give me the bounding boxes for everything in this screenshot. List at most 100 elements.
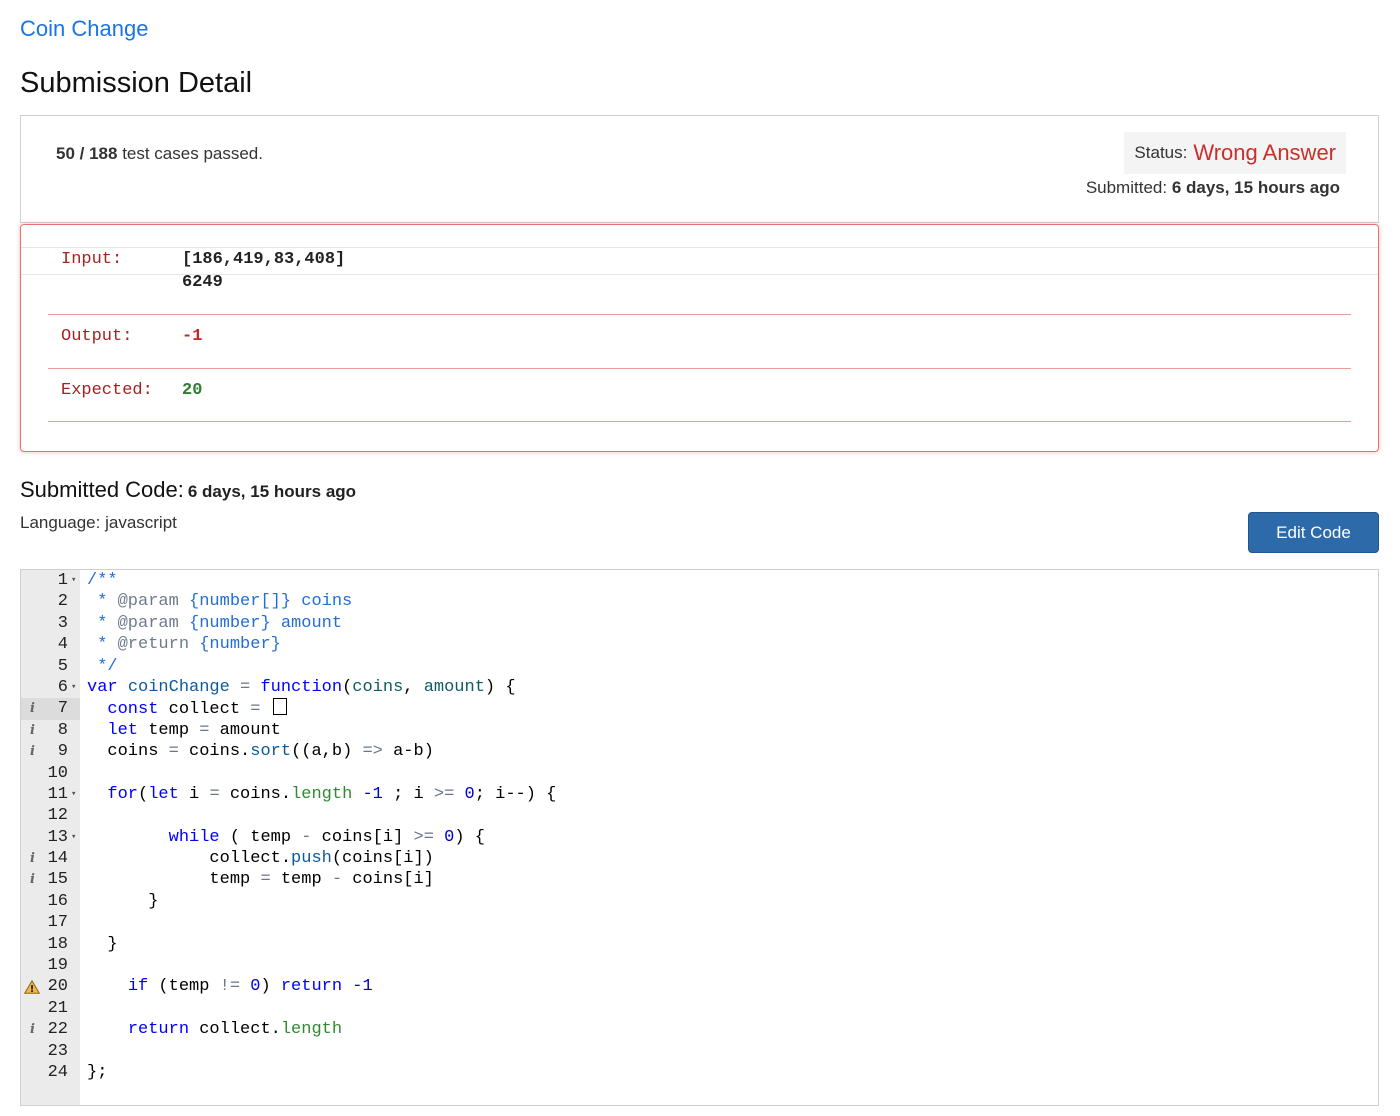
line-number: 10 bbox=[47, 763, 68, 783]
code-line[interactable]: 13 ▾ while ( temp - coins[i] >= 0) { bbox=[21, 827, 1378, 848]
expected-label: Expected: bbox=[61, 381, 153, 400]
line-number: 8 bbox=[57, 720, 68, 740]
code-line[interactable]: 4 * @return {number} bbox=[21, 634, 1378, 655]
passed-count: 50 / 188 bbox=[56, 144, 118, 163]
submitted-code-time: 6 days, 15 hours ago bbox=[187, 482, 357, 501]
code-line[interactable]: 8 i let temp = amount bbox=[21, 720, 1378, 741]
line-number: 16 bbox=[47, 891, 68, 911]
status-value: Wrong Answer bbox=[1193, 140, 1336, 165]
line-code: return collect.length bbox=[127, 1020, 343, 1040]
code-line[interactable]: 18 } bbox=[21, 934, 1378, 955]
line-number: 4 bbox=[57, 635, 68, 655]
line-number: 21 bbox=[47, 998, 68, 1018]
editor-lines: 1 ▾/** 2 * @param {number[]} coins 3 * @par… bbox=[21, 570, 1378, 1083]
line-code: * @param {number} amount bbox=[87, 613, 343, 633]
svg-text:!: ! bbox=[30, 984, 35, 994]
passed-suffix: test cases passed. bbox=[122, 144, 263, 163]
fold-toggle-icon[interactable]: ▾ bbox=[71, 570, 76, 591]
code-line[interactable]: 11 ▾ for(let i = coins.length -1 ; i >= 0… bbox=[21, 784, 1378, 805]
code-line[interactable]: 22 i return collect.length bbox=[21, 1019, 1378, 1040]
input-label: Input: bbox=[61, 250, 123, 269]
status-label: Status: bbox=[1134, 143, 1188, 162]
line-number: 23 bbox=[47, 1041, 68, 1061]
line-code: collect.push(coins[i]) bbox=[87, 849, 434, 869]
divider bbox=[21, 247, 1378, 248]
line-code: temp = temp - coins[i] bbox=[87, 870, 434, 890]
code-line[interactable]: 3 * @param {number} amount bbox=[21, 613, 1378, 634]
line-number: 18 bbox=[47, 934, 68, 954]
divider bbox=[48, 368, 1351, 369]
line-number: 7 bbox=[57, 699, 68, 719]
divider bbox=[48, 314, 1351, 315]
bracket-match-cursor bbox=[272, 698, 287, 716]
info-annotation-icon[interactable]: i bbox=[30, 848, 35, 869]
code-line[interactable]: 5 */ bbox=[21, 656, 1378, 677]
line-number: 5 bbox=[57, 656, 68, 676]
line-code: while ( temp - coins[i] >= 0) { bbox=[168, 827, 485, 847]
line-number: 6 bbox=[57, 677, 68, 697]
code-line[interactable]: 2 * @param {number[]} coins bbox=[21, 591, 1378, 612]
line-code: for(let i = coins.length -1 ; i >= 0; i-… bbox=[107, 784, 557, 804]
code-line[interactable]: 1 ▾ /** bbox=[21, 570, 1378, 591]
code-line[interactable]: 20! if (temp != 0) return -1 bbox=[21, 976, 1378, 997]
info-annotation-icon[interactable]: i bbox=[30, 869, 35, 890]
line-number: 11 bbox=[47, 784, 68, 804]
code-line[interactable]: 9 i coins = coins.sort((a,b) => a-b) bbox=[21, 741, 1378, 762]
line-code: } bbox=[87, 891, 159, 911]
line-number: 22 bbox=[47, 1020, 68, 1040]
info-annotation-icon[interactable]: i bbox=[30, 698, 35, 719]
input-value-amount: 6249 bbox=[182, 273, 223, 292]
code-line[interactable]: 21 bbox=[21, 998, 1378, 1019]
info-annotation-icon[interactable]: i bbox=[30, 741, 35, 762]
line-code: coins = coins.sort((a,b) => a-b) bbox=[87, 742, 434, 762]
line-code: * @param {number[]} coins bbox=[87, 592, 353, 612]
info-annotation-icon[interactable]: i bbox=[30, 720, 35, 741]
problem-link[interactable]: Coin Change bbox=[20, 16, 148, 42]
line-code: let temp = amount bbox=[107, 720, 281, 740]
code-line[interactable]: 14 i collect.push(coins[i]) bbox=[21, 848, 1378, 869]
line-code: /** bbox=[87, 571, 118, 590]
line-code: if (temp != 0) return -1 bbox=[127, 977, 373, 997]
line-number: 9 bbox=[57, 742, 68, 762]
code-line[interactable]: 10 bbox=[21, 763, 1378, 784]
code-line[interactable]: 7 i const collect = bbox=[21, 698, 1378, 720]
output-label: Output: bbox=[61, 327, 133, 346]
submitted-code-title: Submitted Code: bbox=[20, 477, 184, 502]
line-number: 15 bbox=[47, 870, 68, 890]
line-code: */ bbox=[87, 656, 118, 676]
code-line[interactable]: 16 } bbox=[21, 891, 1378, 912]
divider bbox=[21, 274, 1378, 275]
line-number: 19 bbox=[47, 956, 68, 976]
test-cases-passed: 50 / 188 test cases passed. bbox=[56, 144, 263, 164]
warning-icon[interactable]: ! bbox=[24, 980, 40, 994]
line-code: } bbox=[87, 934, 118, 954]
info-annotation-icon[interactable]: i bbox=[30, 1019, 35, 1040]
line-number: 1 bbox=[57, 571, 68, 590]
line-number: 3 bbox=[57, 613, 68, 633]
fold-toggle-icon[interactable]: ▾ bbox=[71, 784, 76, 805]
line-number: 2 bbox=[57, 592, 68, 612]
submission-summary: 50 / 188 test cases passed. Status: Wron… bbox=[20, 115, 1379, 223]
submitted-value: 6 days, 15 hours ago bbox=[1171, 178, 1340, 197]
test-case-result: Input: [186,419,83,408] 6249 Output: -1 … bbox=[20, 224, 1379, 452]
code-line[interactable]: 19 bbox=[21, 955, 1378, 976]
code-line[interactable]: 17 bbox=[21, 912, 1378, 933]
line-number: 24 bbox=[47, 1062, 68, 1082]
code-line[interactable]: 12 bbox=[21, 805, 1378, 826]
code-line[interactable]: 24}; bbox=[21, 1062, 1378, 1083]
code-editor[interactable]: 1 ▾/** 2 * @param {number[]} coins 3 * @par… bbox=[20, 569, 1379, 1106]
code-line[interactable]: 23 bbox=[21, 1041, 1378, 1062]
edit-code-button[interactable]: Edit Code bbox=[1248, 512, 1379, 553]
submitted-time: Submitted: 6 days, 15 hours ago bbox=[1086, 178, 1340, 198]
fold-toggle-icon[interactable]: ▾ bbox=[71, 677, 76, 698]
line-number: 14 bbox=[47, 849, 68, 869]
divider bbox=[48, 421, 1351, 422]
expected-value: 20 bbox=[182, 381, 203, 400]
fold-toggle-icon[interactable]: ▾ bbox=[71, 827, 76, 848]
status-badge: Status: Wrong Answer bbox=[1124, 132, 1346, 174]
code-line[interactable]: 6 ▾ var coinChange = function(coins, amoun… bbox=[21, 677, 1378, 698]
line-number: 17 bbox=[47, 913, 68, 933]
submitted-label: Submitted: bbox=[1085, 178, 1168, 197]
submitted-code-heading: Submitted Code: 6 days, 15 hours ago bbox=[20, 477, 356, 503]
code-line[interactable]: 15 i temp = temp - coins[i] bbox=[21, 869, 1378, 890]
